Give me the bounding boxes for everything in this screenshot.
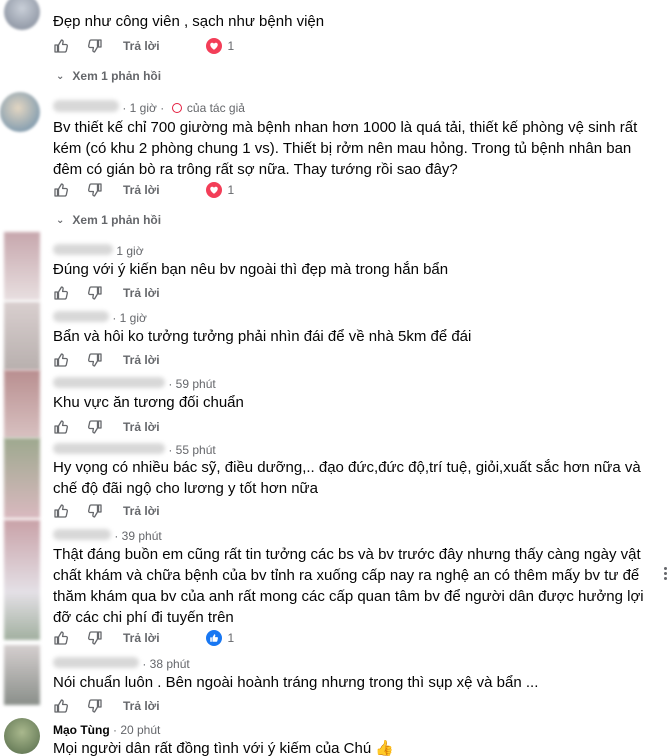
comment-actions: Trả lời 1 [53, 37, 234, 55]
avatar[interactable] [4, 232, 40, 300]
comment-text: Bẩn và hôi ko tưởng tưởng phải nhìn đái … [53, 328, 472, 345]
view-replies-button[interactable]: ⌄ Xem 1 phản hồi [56, 69, 161, 83]
avatar[interactable] [4, 370, 40, 438]
comment-time[interactable]: 20 phút [120, 723, 160, 737]
author-liked-label: của tác giả [186, 101, 245, 115]
chevron-down-icon: ⌄ [56, 70, 65, 82]
author-name[interactable] [53, 443, 165, 454]
author-name[interactable]: Mạo Tùng [53, 723, 110, 737]
comment-time[interactable]: 1 giờ [116, 244, 143, 258]
reply-button[interactable]: Trả lời [123, 699, 160, 713]
thumbs-up-icon[interactable] [53, 419, 69, 435]
thumbs-down-icon[interactable] [87, 352, 103, 368]
comment-meta: · 55 phút [53, 443, 216, 457]
avatar[interactable] [4, 0, 40, 30]
comment-actions: Trả lời [53, 418, 206, 436]
thumbs-down-icon[interactable] [87, 630, 103, 646]
comment-actions: Trả lời [53, 697, 206, 715]
comment-meta: · 39 phút [53, 529, 162, 543]
comment-text: Mọi người dân rất đồng tình với ý kiếm c… [53, 740, 395, 756]
reaction-count: 1 [227, 631, 235, 645]
comment-time[interactable]: 55 phút [176, 443, 216, 457]
reply-button[interactable]: Trả lời [123, 286, 160, 300]
comment-meta: · 1 giờ [53, 311, 147, 325]
reaction-summary[interactable]: 1 [205, 182, 235, 198]
reply-button[interactable]: Trả lời [123, 183, 160, 197]
comment-actions: Trả lời [53, 284, 206, 302]
comment-meta: · 59 phút [53, 377, 216, 391]
comment-actions: Trả lời [53, 351, 206, 369]
reply-button[interactable]: Trả lời [123, 353, 160, 367]
comment-text: Hy vọng có nhiều bác sỹ, điều dưỡng,.. đ… [53, 459, 641, 497]
comment-meta: · 1 giờ · của tác giả [53, 100, 245, 115]
heart-reaction-icon [205, 182, 222, 198]
reaction-summary[interactable]: 1 [205, 38, 235, 54]
thumbs-up-icon[interactable] [53, 38, 69, 54]
like-reaction-icon [205, 630, 222, 646]
thumbs-down-icon[interactable] [87, 503, 103, 519]
thumbs-up-icon[interactable] [53, 352, 69, 368]
avatar[interactable] [4, 302, 40, 370]
view-replies-button[interactable]: ⌄ Xem 1 phản hồi [56, 213, 161, 227]
author-name[interactable] [53, 657, 139, 668]
thumbs-down-icon[interactable] [87, 182, 103, 198]
comment-time[interactable]: 39 phút [122, 529, 162, 543]
author-name[interactable] [53, 529, 111, 540]
comment-meta: · 38 phút [53, 657, 190, 671]
avatar[interactable] [0, 92, 40, 132]
avatar[interactable] [4, 718, 40, 754]
comment-text: Bv thiết kế chỉ 700 giường mà bệnh nhan … [53, 119, 638, 178]
view-replies-label: Xem 1 phản hồi [72, 213, 162, 227]
thumbs-up-icon[interactable] [53, 285, 69, 301]
thumbs-down-icon[interactable] [87, 419, 103, 435]
comment-text: Nói chuẩn luôn . Bên ngoài hoành tráng n… [53, 674, 539, 691]
comment-time[interactable]: 38 phút [150, 657, 190, 671]
reply-button[interactable]: Trả lời [123, 504, 160, 518]
more-options-icon[interactable] [664, 567, 668, 582]
thumbs-up-icon[interactable] [53, 630, 69, 646]
author-name[interactable] [53, 377, 165, 388]
comment-actions: Trả lời [53, 502, 206, 520]
reply-button[interactable]: Trả lời [123, 39, 160, 53]
comment-time[interactable]: 59 phút [176, 377, 216, 391]
reply-button[interactable]: Trả lời [123, 631, 160, 645]
avatar[interactable] [4, 438, 40, 518]
reaction-summary[interactable]: 1 [205, 630, 235, 646]
comment-meta: Mạo Tùng · 20 phút [53, 723, 161, 737]
thumbs-down-icon[interactable] [87, 698, 103, 714]
thumbs-down-icon[interactable] [87, 38, 103, 54]
author-name[interactable] [53, 100, 119, 112]
comment-meta: 1 giờ [53, 244, 144, 258]
thumbs-up-icon[interactable] [53, 182, 69, 198]
comment-text: Đúng với ý kiến bạn nêu bv ngoài thì đẹp… [53, 261, 449, 278]
avatar[interactable] [4, 645, 40, 705]
comment-text: Đẹp như công viên , sạch như bệnh viện [53, 13, 325, 30]
comment-actions: Trả lời 1 [53, 181, 234, 199]
comment-time[interactable]: 1 giờ [130, 101, 157, 115]
reply-button[interactable]: Trả lời [123, 420, 160, 434]
avatar[interactable] [4, 520, 40, 640]
author-name[interactable] [53, 244, 113, 255]
reaction-count: 1 [227, 183, 235, 197]
comment-text: Khu vực ăn tương đối chuẩn [53, 394, 244, 411]
thumbs-up-icon[interactable] [53, 698, 69, 714]
comment-actions: Trả lời 1 [53, 629, 234, 647]
thumbs-up-icon[interactable] [53, 503, 69, 519]
thumbs-down-icon[interactable] [87, 285, 103, 301]
comment-time[interactable]: 1 giờ [120, 311, 147, 325]
reaction-count: 1 [227, 39, 235, 53]
heart-reaction-icon [205, 38, 222, 54]
heart-outline-icon [171, 103, 182, 113]
author-name[interactable] [53, 311, 109, 322]
comment-text: Thật đáng buồn em cũng rất tin tưởng các… [53, 546, 644, 626]
chevron-down-icon: ⌄ [56, 214, 65, 226]
view-replies-label: Xem 1 phản hồi [72, 69, 162, 83]
